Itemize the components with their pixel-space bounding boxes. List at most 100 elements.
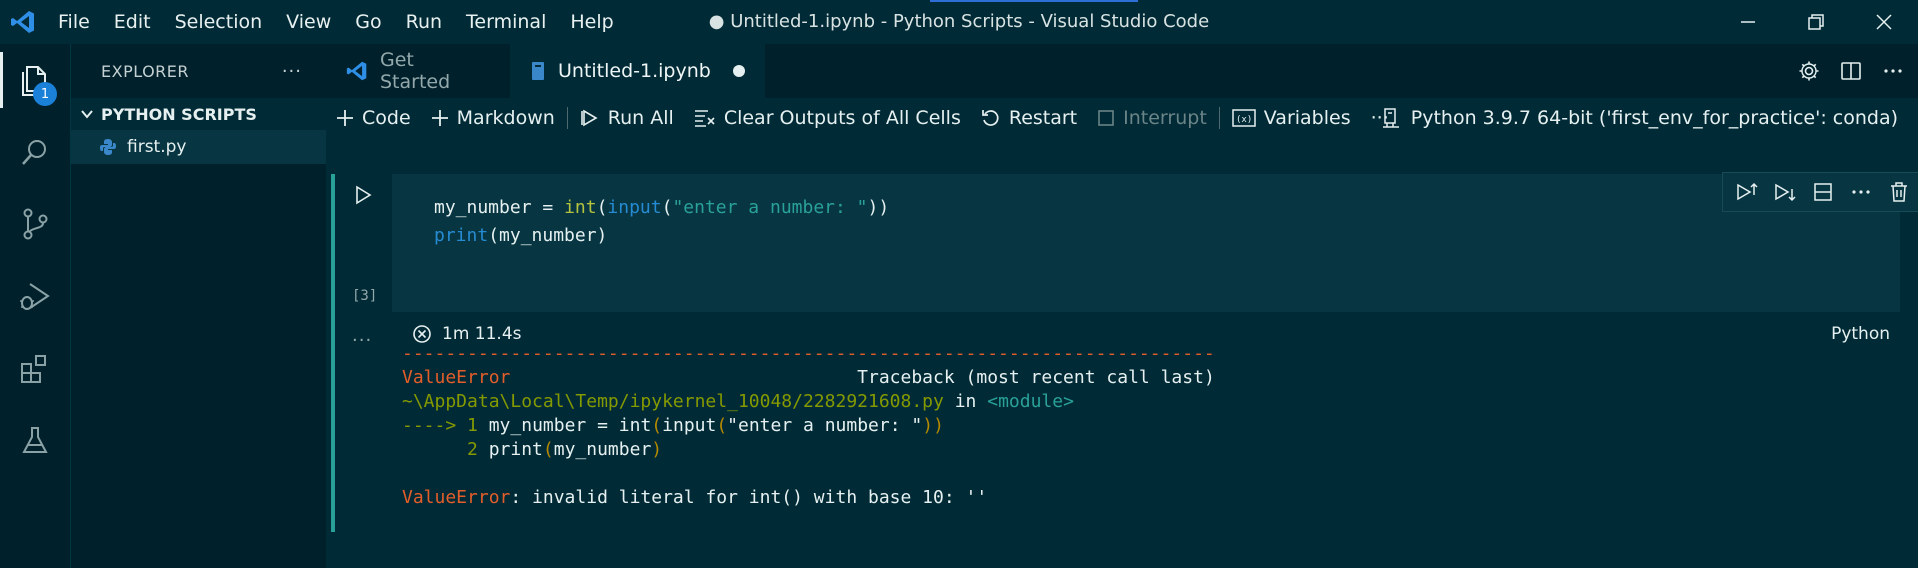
title-bar: File Edit Selection View Go Run Terminal… — [0, 0, 1918, 44]
menu-terminal[interactable]: Terminal — [454, 0, 558, 44]
run-all-icon — [580, 108, 600, 128]
menu-run[interactable]: Run — [394, 0, 454, 44]
editor-actions — [1798, 44, 1904, 98]
activity-source-control[interactable] — [0, 188, 70, 260]
menu-go[interactable]: Go — [343, 0, 393, 44]
clear-outputs-button[interactable]: Clear Outputs of All Cells — [684, 98, 971, 138]
unsaved-dot-icon[interactable] — [732, 65, 745, 77]
restart-icon — [981, 108, 1001, 128]
run-all-button[interactable]: Run All — [570, 98, 684, 138]
cell-language-picker[interactable]: Python — [1831, 324, 1890, 344]
title-accent-line — [930, 0, 1138, 2]
tab-get-started[interactable]: Get Started — [326, 44, 510, 98]
search-icon — [22, 140, 46, 165]
more-actions-icon[interactable] — [1882, 60, 1904, 82]
minimize-button[interactable] — [1714, 0, 1782, 44]
split-cell-icon — [1814, 183, 1832, 201]
folder-section-python-scripts[interactable]: PYTHON SCRIPTS — [71, 98, 326, 130]
output-dashes: ----------------------------------------… — [402, 343, 1215, 364]
activity-explorer[interactable]: 1 — [0, 44, 70, 116]
chevron-down-icon — [81, 110, 93, 119]
gear-icon[interactable] — [1798, 60, 1820, 82]
tab-label: Get Started — [380, 49, 451, 93]
flask-icon — [22, 427, 48, 453]
code-line-2: print(my_number) — [434, 225, 608, 246]
notebook-icon — [530, 61, 546, 81]
execute-below-button[interactable] — [1771, 178, 1799, 206]
notebook-editor: my_number = int(input("enter a number: "… — [326, 138, 1918, 568]
close-button[interactable] — [1850, 0, 1918, 44]
explorer-title: EXPLORER — [101, 61, 189, 81]
variables-label: Variables — [1263, 107, 1351, 129]
code-label: Code — [362, 107, 411, 129]
cell-focus-indicator — [331, 174, 335, 532]
code-cell-editor[interactable]: my_number = int(input("enter a number: "… — [392, 172, 1918, 312]
variables-button[interactable]: (x) Variables — [1222, 98, 1361, 138]
code-text[interactable]: my_number = int(input("enter a number: "… — [434, 194, 889, 250]
add-code-cell-button[interactable]: Code — [326, 98, 421, 138]
play-icon — [356, 185, 372, 205]
output-error-line: ValueError: invalid literal for int() wi… — [402, 487, 988, 508]
notebook-toolbar: Code Markdown Run All Clear Outputs of A… — [326, 98, 1918, 138]
menu-help[interactable]: Help — [558, 0, 625, 44]
menu-edit[interactable]: Edit — [102, 0, 163, 44]
tab-untitled-ipynb[interactable]: Untitled-1.ipynb — [510, 44, 765, 98]
restart-button[interactable]: Restart — [971, 98, 1087, 138]
menu-file[interactable]: File — [46, 0, 102, 44]
menu-selection[interactable]: Selection — [163, 0, 275, 44]
execution-time: 1m 11.4s — [442, 324, 522, 344]
cell-toolbar — [1722, 172, 1918, 212]
run-all-label: Run All — [607, 107, 674, 129]
vscode-tab-icon — [346, 60, 368, 82]
server-environment-icon — [1381, 107, 1401, 129]
plus-icon — [431, 109, 449, 127]
explorer-header: EXPLORER ··· — [71, 44, 326, 98]
run-above-icon — [1737, 182, 1758, 201]
add-markdown-cell-button[interactable]: Markdown — [421, 98, 565, 138]
restore-button[interactable] — [1782, 0, 1850, 44]
delete-cell-button[interactable] — [1885, 178, 1913, 206]
error-circle-icon — [412, 324, 432, 344]
explorer-more-button[interactable]: ··· — [282, 61, 302, 82]
window-controls — [1714, 0, 1918, 44]
activity-bar: 1 — [0, 44, 70, 568]
tab-label: Untitled-1.ipynb — [558, 60, 711, 82]
split-editor-icon[interactable] — [1840, 60, 1862, 82]
file-item-first-py[interactable]: first.py — [71, 130, 326, 164]
python-file-icon — [100, 139, 116, 155]
menu-view[interactable]: View — [274, 0, 343, 44]
output-more-button[interactable]: ··· — [352, 330, 372, 351]
folder-label: PYTHON SCRIPTS — [101, 104, 257, 124]
toolbar-separator — [1218, 107, 1220, 129]
clear-all-icon — [694, 108, 716, 128]
output-header-line: ValueError Traceback (most recent call l… — [402, 367, 1215, 388]
kernel-label: Python 3.9.7 64-bit ('first_env_for_prac… — [1410, 107, 1898, 129]
activity-search[interactable] — [0, 116, 70, 188]
stop-icon — [1097, 109, 1115, 127]
activity-extensions[interactable] — [0, 332, 70, 404]
activity-testing[interactable] — [0, 404, 70, 476]
output-file-line: ~\AppData\Local\Temp/ipykernel_10048/228… — [402, 391, 1074, 412]
kernel-picker[interactable]: Python 3.9.7 64-bit ('first_env_for_prac… — [1381, 98, 1898, 138]
run-debug-icon — [20, 283, 50, 310]
close-icon — [1876, 14, 1892, 30]
explorer-badge: 1 — [33, 82, 57, 106]
output-line-1: ----> 1 my_number = int(input("enter a n… — [402, 415, 944, 436]
cell-more-button[interactable] — [1847, 178, 1875, 206]
menu-bar: File Edit Selection View Go Run Terminal… — [46, 0, 626, 44]
variables-icon: (x) — [1232, 108, 1256, 128]
editor-tab-bar: Get Started Untitled-1.ipynb — [326, 44, 1918, 98]
run-below-icon — [1775, 183, 1796, 202]
run-cell-button[interactable] — [350, 182, 376, 208]
output-line-2: 2 print(my_number) — [467, 439, 663, 460]
markdown-label: Markdown — [456, 107, 555, 129]
extensions-icon — [21, 355, 46, 383]
interrupt-button[interactable]: Interrupt — [1087, 98, 1217, 138]
cell-output: ----------------------------------------… — [402, 342, 1215, 510]
clear-outputs-label: Clear Outputs of All Cells — [723, 107, 961, 129]
source-control-icon — [23, 208, 48, 240]
restore-icon — [1808, 14, 1824, 30]
execute-above-button[interactable] — [1733, 178, 1761, 206]
activity-run-debug[interactable] — [0, 260, 70, 332]
split-cell-button[interactable] — [1809, 178, 1837, 206]
